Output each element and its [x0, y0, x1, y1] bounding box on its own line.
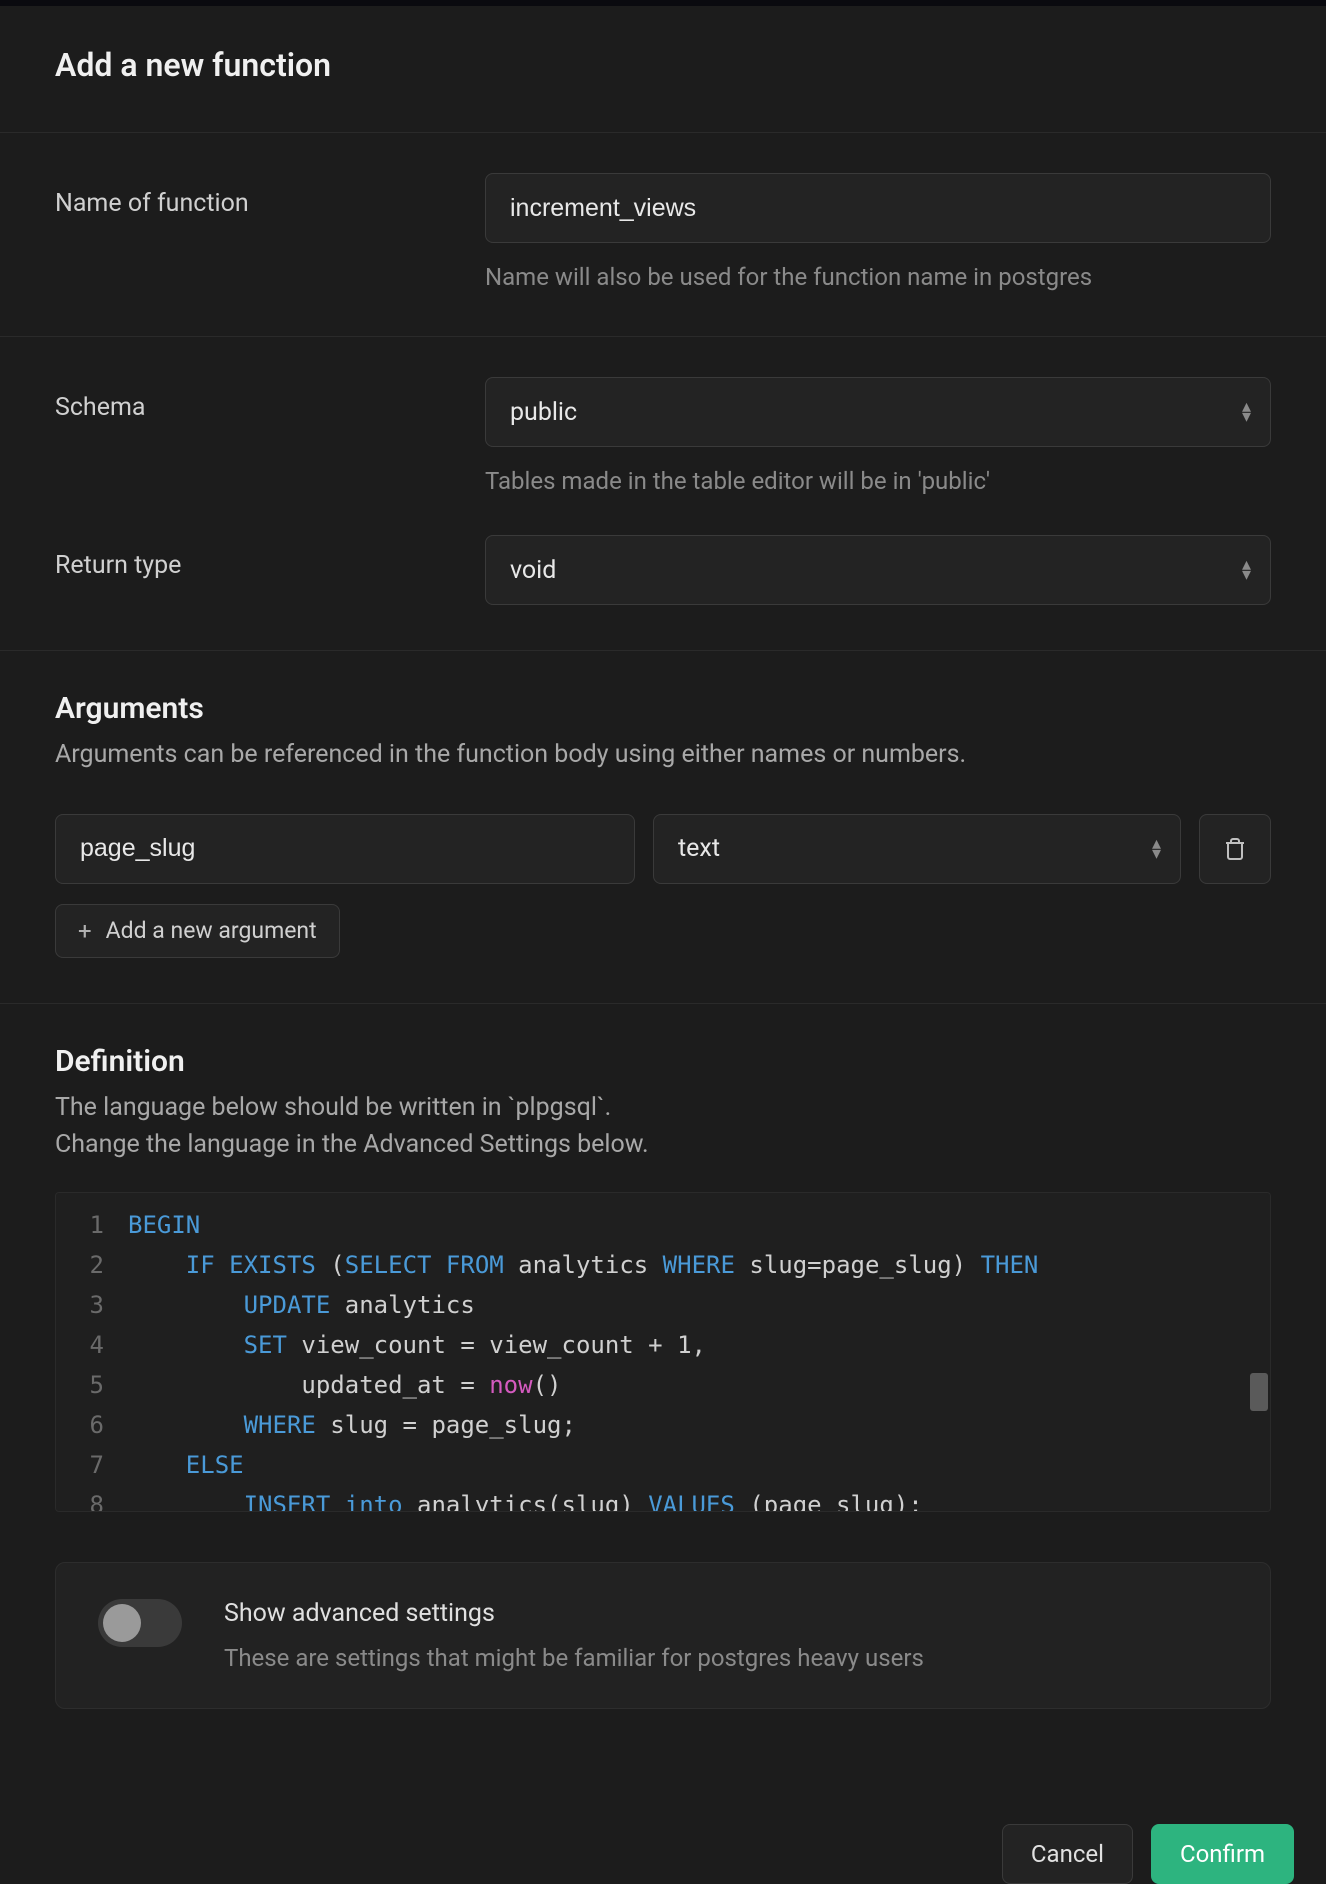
trash-icon	[1223, 837, 1247, 861]
advanced-settings-box: Show advanced settings These are setting…	[55, 1562, 1271, 1709]
plus-icon: +	[78, 917, 92, 945]
add-argument-label: Add a new argument	[106, 917, 317, 944]
page-title: Add a new function	[55, 46, 1271, 84]
definition-title: Definition	[55, 1044, 1271, 1079]
add-argument-button[interactable]: + Add a new argument	[55, 904, 340, 958]
name-help: Name will also be used for the function …	[485, 263, 1271, 291]
schema-select[interactable]: public	[485, 377, 1271, 447]
advanced-settings-help: These are settings that might be familia…	[224, 1644, 924, 1672]
function-name-input[interactable]	[485, 173, 1271, 243]
argument-type-select[interactable]: text	[653, 814, 1181, 884]
return-type-select[interactable]: void	[485, 535, 1271, 605]
advanced-settings-title: Show advanced settings	[224, 1599, 924, 1628]
delete-argument-button[interactable]	[1199, 814, 1271, 884]
arguments-help: Arguments can be referenced in the funct…	[55, 736, 1271, 774]
arguments-title: Arguments	[55, 691, 1271, 726]
footer: Cancel Confirm	[0, 1800, 1326, 1884]
definition-help: The language below should be written in …	[55, 1089, 1271, 1164]
confirm-button[interactable]: Confirm	[1151, 1824, 1294, 1884]
schema-label: Schema	[55, 377, 455, 422]
return-type-label: Return type	[55, 535, 455, 580]
argument-name-input[interactable]	[55, 814, 635, 884]
code-gutter: 1 2 3 4 5 6 7 8	[56, 1193, 118, 1511]
advanced-settings-toggle[interactable]	[98, 1599, 182, 1647]
scrollbar-thumb[interactable]	[1250, 1373, 1268, 1411]
name-label: Name of function	[55, 173, 455, 218]
code-content[interactable]: BEGIN IF EXISTS (SELECT FROM analytics W…	[118, 1193, 1270, 1511]
toggle-knob	[103, 1604, 141, 1642]
schema-help: Tables made in the table editor will be …	[485, 467, 1271, 495]
scrollbar[interactable]	[1246, 1193, 1270, 1511]
code-editor[interactable]: 1 2 3 4 5 6 7 8 BEGIN IF EXISTS (SELECT …	[55, 1192, 1271, 1512]
argument-row: text ▴▾	[55, 814, 1271, 884]
cancel-button[interactable]: Cancel	[1002, 1824, 1133, 1884]
